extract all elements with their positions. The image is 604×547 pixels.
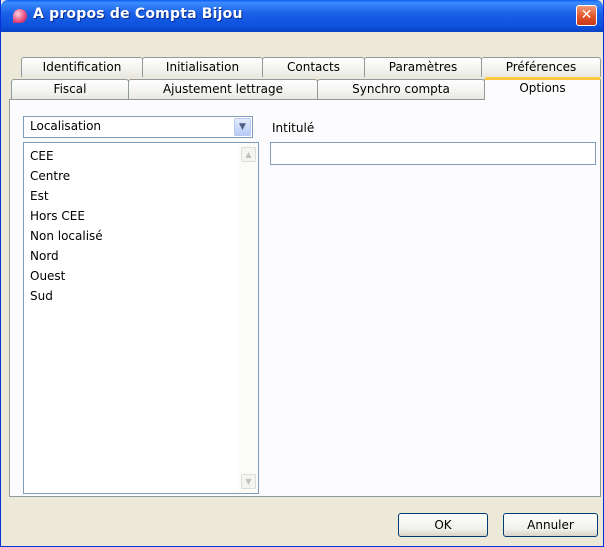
app-icon xyxy=(13,9,27,23)
ok-button[interactable]: OK xyxy=(398,513,488,537)
list-item[interactable]: CEE xyxy=(30,146,103,166)
localisation-list[interactable]: CEE Centre Est Hors CEE Non localisé Nor… xyxy=(23,142,259,494)
title-bar[interactable]: A propos de Compta Bijou ✕ xyxy=(1,0,603,32)
list-item[interactable]: Nord xyxy=(30,246,103,266)
tab-identification[interactable]: Identification xyxy=(21,57,143,77)
tab-fiscal[interactable]: Fiscal xyxy=(11,79,129,99)
list-item[interactable]: Non localisé xyxy=(30,226,103,246)
list-items: CEE Centre Est Hors CEE Non localisé Nor… xyxy=(30,146,103,306)
scroll-down-icon[interactable]: ▼ xyxy=(241,474,256,489)
window-title: A propos de Compta Bijou xyxy=(33,6,243,22)
tab-synchro-compta[interactable]: Synchro compta xyxy=(317,79,485,99)
tab-ajustement-lettrage[interactable]: Ajustement lettrage xyxy=(128,79,318,99)
list-item[interactable]: Hors CEE xyxy=(30,206,103,226)
list-item[interactable]: Est xyxy=(30,186,103,206)
list-scrollbar[interactable]: ▲ ▼ xyxy=(239,143,258,493)
list-item[interactable]: Ouest xyxy=(30,266,103,286)
tab-preferences[interactable]: Préférences xyxy=(481,57,601,77)
combo-value: Localisation xyxy=(30,119,102,133)
tab-parametres[interactable]: Paramètres xyxy=(364,57,482,77)
intitule-label: Intitulé xyxy=(272,121,315,135)
tab-contacts[interactable]: Contacts xyxy=(262,57,365,77)
chevron-down-icon[interactable]: ▼ xyxy=(234,118,251,136)
tab-options[interactable]: Options xyxy=(484,77,601,100)
scroll-up-icon[interactable]: ▲ xyxy=(241,147,256,162)
close-button[interactable]: ✕ xyxy=(576,5,597,26)
about-dialog: A propos de Compta Bijou ✕ Identificatio… xyxy=(0,0,604,547)
tab-initialisation[interactable]: Initialisation xyxy=(142,57,263,77)
list-item[interactable]: Centre xyxy=(30,166,103,186)
localisation-combo[interactable]: Localisation ▼ xyxy=(23,116,253,138)
list-item[interactable]: Sud xyxy=(30,286,103,306)
cancel-button[interactable]: Annuler xyxy=(503,513,598,537)
intitule-input[interactable] xyxy=(270,142,596,165)
close-icon: ✕ xyxy=(580,7,593,23)
